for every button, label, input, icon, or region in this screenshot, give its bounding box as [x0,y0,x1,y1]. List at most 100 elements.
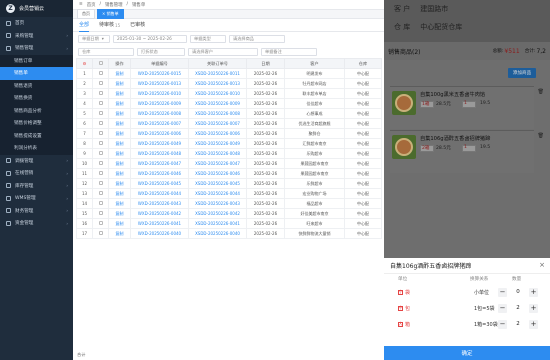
sidebar-item[interactable]: 首页 [0,17,73,30]
copy-link[interactable]: 复制 [108,98,131,109]
row-checkbox[interactable] [98,161,103,165]
sidebar-item[interactable]: 销售换货 [0,92,73,105]
row-checkbox[interactable] [98,71,103,75]
customer-search-input[interactable]: 请选择客户 [188,47,258,56]
bill-number-link[interactable]: WXD-20250226-0009 [130,98,189,109]
sidebar-item[interactable]: 采购管理 › [0,30,73,43]
sidebar-item[interactable]: 资金管理 › [0,217,73,230]
sidebar-item[interactable]: 销售提成设置 [0,129,73,142]
order-number-link[interactable]: XSDD-20250226-0049 [188,138,247,149]
plus-button[interactable]: + [529,287,538,297]
copy-link[interactable]: 复制 [108,158,131,169]
copy-link[interactable]: 复制 [108,148,131,159]
copy-link[interactable]: 复制 [108,228,131,239]
sidebar-item[interactable]: 销售退货 [0,79,73,92]
quantity-stepper[interactable]: −2 + [498,319,538,329]
sidebar-item[interactable]: 利润分析表 [0,142,73,155]
sidebar-item[interactable]: WMS管理 › [0,192,73,205]
bill-number-link[interactable]: WXD-20250226-0045 [130,178,189,189]
discount-status-select[interactable]: 打折状态 [137,47,185,56]
copy-link[interactable]: 复制 [108,168,131,179]
select-all-checkbox[interactable] [98,61,103,65]
bill-number-link[interactable]: WXD-20250226-0040 [130,228,189,239]
row-checkbox[interactable] [98,191,103,195]
order-number-link[interactable]: XSDD-20250226-0007 [188,118,247,129]
order-number-link[interactable]: XSDD-20250226-0006 [188,128,247,139]
trash-icon[interactable]: 🗑 [538,133,544,139]
row-checkbox[interactable] [98,231,103,235]
breadcrumb-item[interactable]: 销售管理 [105,2,123,8]
copy-link[interactable]: 复制 [108,78,131,89]
row-checkbox[interactable] [98,151,103,155]
copy-link[interactable]: 复制 [108,218,131,229]
order-number-link[interactable]: XSDD-20250226-0046 [188,168,247,179]
bill-number-link[interactable]: WXD-20250226-0007 [130,118,189,129]
menu-toggle-icon[interactable]: ≡ [79,2,83,7]
confirm-button[interactable]: 确定 [384,346,550,360]
copy-link[interactable]: 复制 [108,178,131,189]
quantity-stepper[interactable]: −2 + [498,303,538,313]
bill-number-link[interactable]: WXD-20250226-0006 [130,128,189,139]
copy-link[interactable]: 复制 [108,68,131,79]
order-number-link[interactable]: XSDD-20250226-0048 [188,148,247,159]
row-checkbox[interactable] [98,101,103,105]
remark-input[interactable]: 单据备注 [261,47,317,56]
bill-number-link[interactable]: WXD-20250226-0049 [130,138,189,149]
sidebar-item[interactable]: 在线营销 › [0,167,73,180]
sidebar-item[interactable]: 销售订单 [0,54,73,67]
bill-number-link[interactable]: WXD-20250226-0015 [130,68,189,79]
order-number-link[interactable]: XSDD-20250226-0044 [188,188,247,199]
sidebar-item[interactable]: 销售单 [0,67,73,80]
date-type-select[interactable]: 单据日期 ▾ [78,34,110,43]
order-number-link[interactable]: XSDD-20250226-0010 [188,88,247,99]
sidebar-item[interactable]: 销售商品分析 [0,104,73,117]
bill-number-link[interactable]: WXD-20250226-0046 [130,168,189,179]
quantity-value[interactable]: 0 [509,289,527,295]
order-number-link[interactable]: XSDD-20250226-0013 [188,78,247,89]
minus-button[interactable]: − [498,303,507,313]
sidebar-item[interactable]: 库存管理 › [0,180,73,193]
minus-button[interactable]: − [498,319,507,329]
copy-link[interactable]: 复制 [108,108,131,119]
minus-button[interactable]: − [498,287,507,297]
sidebar-item[interactable]: 销售管理 › [0,42,73,55]
sidebar-item[interactable]: 销售价格调整 [0,117,73,130]
copy-link[interactable]: 复制 [108,138,131,149]
status-tab[interactable]: 待审核 [99,19,114,32]
plus-button[interactable]: + [529,319,538,329]
breadcrumb-item[interactable]: 首页 [87,2,96,8]
bill-type-select[interactable]: 单据类型 [190,34,226,43]
date-range-picker[interactable]: 2025-01-30 ~ 2025-02-26 [113,34,187,43]
row-checkbox[interactable] [98,91,103,95]
order-number-link[interactable]: XSDD-20250226-0008 [188,108,247,119]
bill-number-link[interactable]: WXD-20250226-0042 [130,208,189,219]
row-checkbox[interactable] [98,181,103,185]
copy-link[interactable]: 复制 [108,188,131,199]
copy-link[interactable]: 复制 [108,128,131,139]
warehouse-row[interactable]: 仓 库中心配货仓库 [384,18,550,36]
order-number-link[interactable]: XSDD-20250226-0040 [188,228,247,239]
copy-link[interactable]: 复制 [108,208,131,219]
row-checkbox[interactable] [98,111,103,115]
row-checkbox[interactable] [98,171,103,175]
page-tab[interactable]: × 销售单 [97,9,124,19]
bill-number-link[interactable]: WXD-20250226-0043 [130,198,189,209]
customer-row[interactable]: 客 户建国路市 [384,0,550,18]
copy-link[interactable]: 复制 [108,88,131,99]
row-checkbox[interactable] [98,81,103,85]
order-number-link[interactable]: XSDD-20250226-0041 [188,218,247,229]
product-item[interactable]: 自集100g黑米五香卤牛肉馅 1箱 28.5元 1 19.5 🗑 [390,86,544,129]
order-number-link[interactable]: XSDD-20250226-0045 [188,178,247,189]
sidebar-item[interactable]: 财务管理 › [0,205,73,218]
row-checkbox[interactable] [98,211,103,215]
row-checkbox[interactable] [98,221,103,225]
page-tab[interactable]: 首页 [77,9,95,19]
close-icon[interactable]: × [539,261,545,269]
settings-icon[interactable]: ⚙ [83,61,87,66]
sidebar-item[interactable]: 调拨管理 › [0,155,73,168]
breadcrumb-item[interactable]: 销售单 [132,2,145,8]
quantity-value[interactable]: 2 [509,305,527,311]
row-checkbox[interactable] [98,131,103,135]
quantity-stepper[interactable]: −0 + [498,287,538,297]
row-checkbox[interactable] [98,141,103,145]
